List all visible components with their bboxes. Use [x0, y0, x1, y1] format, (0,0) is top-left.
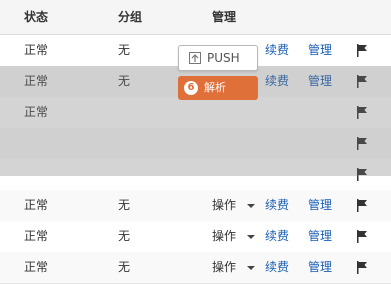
status-cell: 正常 [24, 43, 49, 57]
renew-link[interactable]: 续费 [265, 221, 289, 252]
manage-link[interactable]: 管理 [308, 221, 332, 252]
column-header-status: 状态 [24, 10, 49, 24]
table-header: 状态 分组 管理 [0, 0, 391, 35]
column-header-group: 分组 [118, 10, 143, 24]
manage-link[interactable]: 管理 [308, 252, 332, 283]
chevron-down-icon [247, 266, 255, 270]
operation-dropdown[interactable]: 操作 [212, 221, 236, 252]
status-cell: 正常 [24, 229, 49, 243]
chevron-down-icon [247, 204, 255, 208]
domain-table: 状态 分组 管理 正常无续费 管理 正常无续费 管理 正常 正常无操作 续费 管理 正常无操作续… [0, 0, 391, 284]
chevron-down-icon [247, 235, 255, 239]
operation-dropdown[interactable]: 操作 [212, 252, 236, 283]
flag-icon[interactable] [356, 261, 368, 274]
flag-icon[interactable] [356, 44, 368, 57]
circle-number-icon: 6 [184, 81, 198, 95]
table-row: 正常 无 操作 续费 管理 [0, 190, 391, 222]
push-button[interactable]: PUSH [178, 45, 258, 71]
operation-dropdown[interactable]: 操作 [212, 190, 236, 221]
push-button-label: PUSH [207, 51, 240, 65]
resolve-button-label: 解析 [204, 81, 226, 94]
status-cell: 正常 [24, 260, 49, 274]
group-cell: 无 [118, 260, 131, 274]
renew-link[interactable]: 续费 [265, 252, 289, 283]
group-cell: 无 [118, 43, 131, 57]
resolve-button[interactable]: 6 解析 [178, 76, 258, 100]
manage-link[interactable]: 管理 [308, 35, 332, 66]
push-icon [189, 52, 201, 64]
table-row: 正常 无 操作 续费 管理 [0, 252, 391, 284]
renew-link[interactable]: 续费 [265, 190, 289, 221]
flag-icon[interactable] [356, 230, 368, 243]
status-cell: 正常 [24, 198, 49, 212]
group-cell: 无 [118, 229, 131, 243]
manage-link[interactable]: 管理 [308, 190, 332, 221]
column-header-manage: 管理 [212, 10, 237, 24]
flag-icon[interactable] [356, 199, 368, 212]
group-cell: 无 [118, 198, 131, 212]
renew-link[interactable]: 续费 [265, 35, 289, 66]
table-row: 正常 无 操作 续费 管理 [0, 221, 391, 253]
